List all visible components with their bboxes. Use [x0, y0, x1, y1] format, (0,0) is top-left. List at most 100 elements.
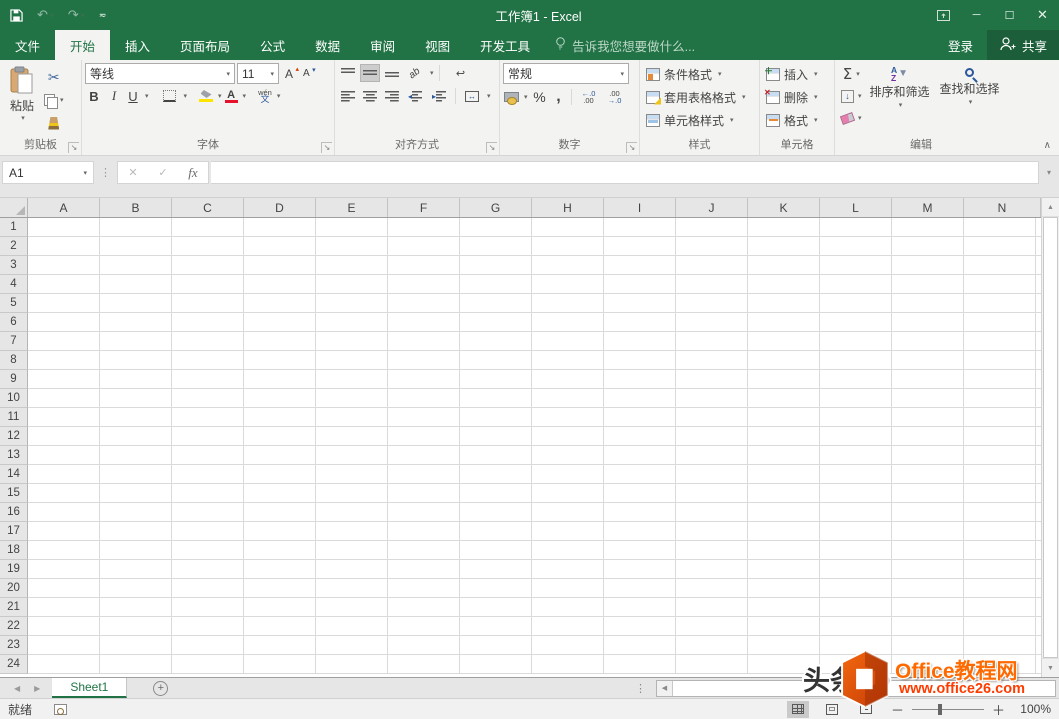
align-left-button[interactable] — [338, 87, 358, 105]
merge-center-button[interactable]: ↔ — [461, 87, 483, 105]
row-header-14[interactable]: 14 — [0, 465, 28, 484]
sort-filter-button[interactable]: AZ▼ 排序和筛选 ▾ — [865, 63, 935, 138]
copy-dropdown-icon[interactable]: ▾ — [60, 96, 64, 104]
align-middle-button[interactable] — [360, 64, 380, 82]
row-cells[interactable] — [28, 332, 1041, 350]
column-header-L[interactable]: L — [820, 198, 892, 217]
redo-button[interactable]: ↷▾ — [68, 7, 85, 23]
autosum-dropdown-icon[interactable]: ▾ — [856, 70, 860, 78]
copy-button[interactable]: ▾ — [41, 90, 67, 110]
accounting-format-button[interactable] — [503, 90, 520, 105]
page-break-view-button[interactable] — [855, 701, 877, 718]
row-cells[interactable] — [28, 655, 1041, 673]
row-header-12[interactable]: 12 — [0, 427, 28, 446]
row-cells[interactable] — [28, 446, 1041, 464]
row-header-7[interactable]: 7 — [0, 332, 28, 351]
find-select-dropdown-icon[interactable]: ▾ — [969, 98, 973, 106]
horizontal-scrollbar[interactable]: ◀ — [656, 680, 1056, 697]
zoom-out-icon[interactable]: － — [891, 700, 904, 719]
column-header-F[interactable]: F — [388, 198, 460, 217]
conditional-formatting-button[interactable]: 条件格式▾ — [643, 63, 756, 85]
align-bottom-button[interactable] — [382, 64, 402, 82]
format-as-table-button[interactable]: 套用表格格式▾ — [643, 86, 756, 108]
row-cells[interactable] — [28, 275, 1041, 293]
expand-formula-bar-icon[interactable]: ▾ — [1041, 168, 1057, 177]
decrease-decimal-button[interactable]: .00→.0 — [603, 89, 627, 105]
cell-styles-dropdown-icon[interactable]: ▾ — [730, 116, 734, 124]
sheet-tab-sheet1[interactable]: Sheet1 — [52, 678, 127, 698]
cut-button[interactable]: ✂ — [41, 67, 67, 87]
ribbon-display-options-icon[interactable] — [927, 0, 960, 30]
borders-dropdown-icon[interactable]: ▾ — [184, 92, 188, 100]
row-cells[interactable] — [28, 465, 1041, 483]
font-color-button[interactable]: A — [224, 89, 239, 104]
delete-cells-button[interactable]: 删除▾ — [763, 86, 831, 108]
format-as-table-dropdown-icon[interactable]: ▾ — [742, 93, 746, 101]
row-header-18[interactable]: 18 — [0, 541, 28, 560]
save-icon[interactable] — [10, 9, 23, 22]
number-format-dropdown-icon[interactable]: ▾ — [620, 70, 624, 78]
grow-font-button[interactable]: A▴ — [281, 66, 297, 82]
insert-dropdown-icon[interactable]: ▾ — [814, 70, 818, 78]
column-header-J[interactable]: J — [676, 198, 748, 217]
macro-record-icon[interactable] — [54, 704, 67, 715]
clear-dropdown-icon[interactable]: ▾ — [858, 114, 862, 122]
row-header-20[interactable]: 20 — [0, 579, 28, 598]
zoom-slider-thumb[interactable] — [938, 704, 942, 715]
underline-button[interactable]: U — [125, 88, 141, 105]
number-format-combo[interactable]: 常规▾ — [503, 63, 629, 84]
column-header-E[interactable]: E — [316, 198, 388, 217]
row-header-3[interactable]: 3 — [0, 256, 28, 275]
vertical-scroll-thumb[interactable] — [1043, 217, 1058, 658]
column-header-D[interactable]: D — [244, 198, 316, 217]
zoom-level[interactable]: 100% — [1013, 702, 1051, 716]
font-name-combo[interactable]: 等线▾ — [85, 63, 235, 84]
autosum-button[interactable]: Σ▾ — [838, 64, 865, 84]
fill-color-button[interactable] — [198, 89, 214, 103]
name-box-dropdown-icon[interactable]: ▾ — [83, 169, 87, 177]
column-header-G[interactable]: G — [460, 198, 532, 217]
row-header-13[interactable]: 13 — [0, 446, 28, 465]
row-header-15[interactable]: 15 — [0, 484, 28, 503]
column-header-K[interactable]: K — [748, 198, 820, 217]
row-cells[interactable] — [28, 522, 1041, 540]
select-all-corner[interactable] — [0, 198, 28, 217]
row-header-6[interactable]: 6 — [0, 313, 28, 332]
tab-公式[interactable]: 公式 — [245, 30, 300, 60]
row-cells[interactable] — [28, 370, 1041, 388]
sort-filter-dropdown-icon[interactable]: ▾ — [899, 101, 903, 109]
row-cells[interactable] — [28, 560, 1041, 578]
tab-开始[interactable]: 开始 — [55, 30, 110, 60]
format-painter-button[interactable] — [41, 113, 67, 133]
row-header-11[interactable]: 11 — [0, 408, 28, 427]
bold-button[interactable]: B — [85, 88, 103, 105]
row-cells[interactable] — [28, 503, 1041, 521]
row-header-17[interactable]: 17 — [0, 522, 28, 541]
vertical-scrollbar[interactable]: ▲ ▼ — [1041, 198, 1059, 677]
font-size-combo[interactable]: 11▾ — [237, 63, 279, 84]
row-header-9[interactable]: 9 — [0, 370, 28, 389]
row-cells[interactable] — [28, 351, 1041, 369]
minimize-button[interactable]: ─ — [960, 0, 993, 30]
zoom-in-icon[interactable]: ＋ — [992, 700, 1005, 719]
tabbar-resize-handle-icon[interactable]: ⋮ — [635, 682, 656, 695]
normal-view-button[interactable] — [787, 701, 809, 718]
row-cells[interactable] — [28, 408, 1041, 426]
font-color-dropdown-icon[interactable]: ▾ — [243, 92, 247, 100]
zoom-slider[interactable] — [912, 709, 984, 710]
row-header-23[interactable]: 23 — [0, 636, 28, 655]
format-cells-button[interactable]: 格式▾ — [763, 109, 831, 131]
row-header-19[interactable]: 19 — [0, 560, 28, 579]
wrap-text-button[interactable]: ↩ — [445, 64, 467, 82]
font-dialog-launcher-icon[interactable]: ↘ — [321, 142, 332, 153]
underline-dropdown-icon[interactable]: ▾ — [145, 92, 149, 100]
tab-审阅[interactable]: 审阅 — [355, 30, 410, 60]
comma-style-button[interactable]: , — [552, 87, 566, 107]
row-header-16[interactable]: 16 — [0, 503, 28, 522]
maximize-button[interactable]: ☐ — [993, 0, 1026, 30]
merge-dropdown-icon[interactable]: ▾ — [487, 92, 491, 100]
scroll-down-icon[interactable]: ▼ — [1042, 658, 1059, 677]
row-cells[interactable] — [28, 218, 1041, 236]
paste-dropdown-icon[interactable]: ▾ — [21, 114, 25, 122]
horizontal-scroll-thumb[interactable] — [673, 681, 1055, 696]
